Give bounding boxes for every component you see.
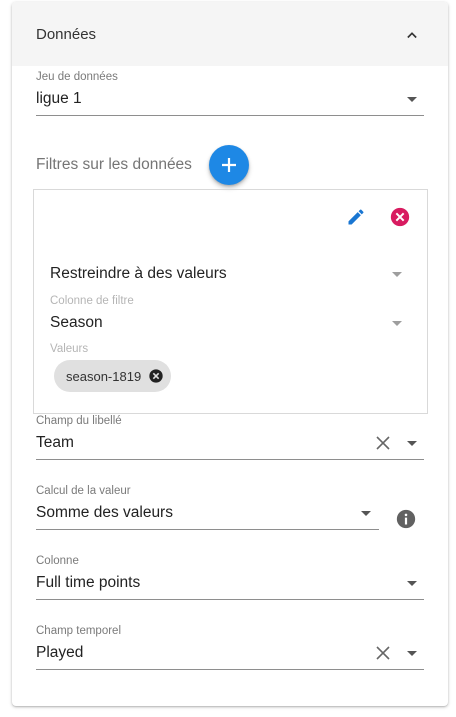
- time-field-dropdown-icon[interactable]: [407, 651, 417, 656]
- value-calc-label: Calcul de la valeur: [36, 485, 131, 497]
- filter-type-dropdown-icon[interactable]: [392, 272, 402, 277]
- value-chip-label: season-1819: [66, 368, 142, 384]
- panel-title: Données: [36, 26, 97, 43]
- time-field-label: Champ temporel: [36, 625, 122, 637]
- plus-icon: [222, 158, 236, 172]
- filters-title: Filtres sur les données: [36, 156, 192, 173]
- column-dropdown-icon[interactable]: [407, 581, 417, 586]
- column-select[interactable]: Full time points: [36, 574, 140, 592]
- filter-column-select[interactable]: Season: [50, 314, 103, 332]
- dataset-underline: [36, 115, 424, 116]
- label-field-underline: [36, 459, 424, 460]
- column-label: Colonne: [36, 555, 79, 567]
- dataset-label: Jeu de données: [36, 71, 118, 83]
- filter-values-label: Valeurs: [50, 343, 89, 355]
- chip-remove-icon[interactable]: [148, 368, 164, 384]
- value-calc-dropdown-icon[interactable]: [361, 511, 371, 516]
- info-icon[interactable]: [395, 508, 417, 530]
- pencil-icon[interactable]: [346, 207, 366, 227]
- filter-column-label: Colonne de filtre: [50, 295, 134, 307]
- filter-column-dropdown-icon[interactable]: [392, 321, 402, 326]
- time-field-underline: [36, 669, 424, 670]
- dataset-select[interactable]: ligue 1: [36, 90, 82, 108]
- dataset-dropdown-icon[interactable]: [407, 97, 417, 102]
- column-underline: [36, 599, 424, 600]
- value-calc-underline: [36, 529, 379, 530]
- chevron-up-icon[interactable]: [402, 25, 422, 45]
- close-circle-icon[interactable]: [389, 206, 411, 228]
- filter-type-select[interactable]: Restreindre à des valeurs: [50, 265, 227, 283]
- label-field-label: Champ du libellé: [36, 415, 122, 427]
- label-field-dropdown-icon[interactable]: [407, 441, 417, 446]
- panel-header[interactable]: Données: [12, 2, 448, 66]
- label-field-select[interactable]: Team: [36, 434, 74, 452]
- add-filter-button[interactable]: [209, 145, 249, 185]
- clear-label-field-icon[interactable]: [375, 435, 391, 451]
- value-chip[interactable]: season-1819: [54, 360, 172, 392]
- value-calc-select[interactable]: Somme des valeurs: [36, 504, 173, 522]
- time-field-select[interactable]: Played: [36, 644, 83, 662]
- clear-time-field-icon[interactable]: [375, 645, 391, 661]
